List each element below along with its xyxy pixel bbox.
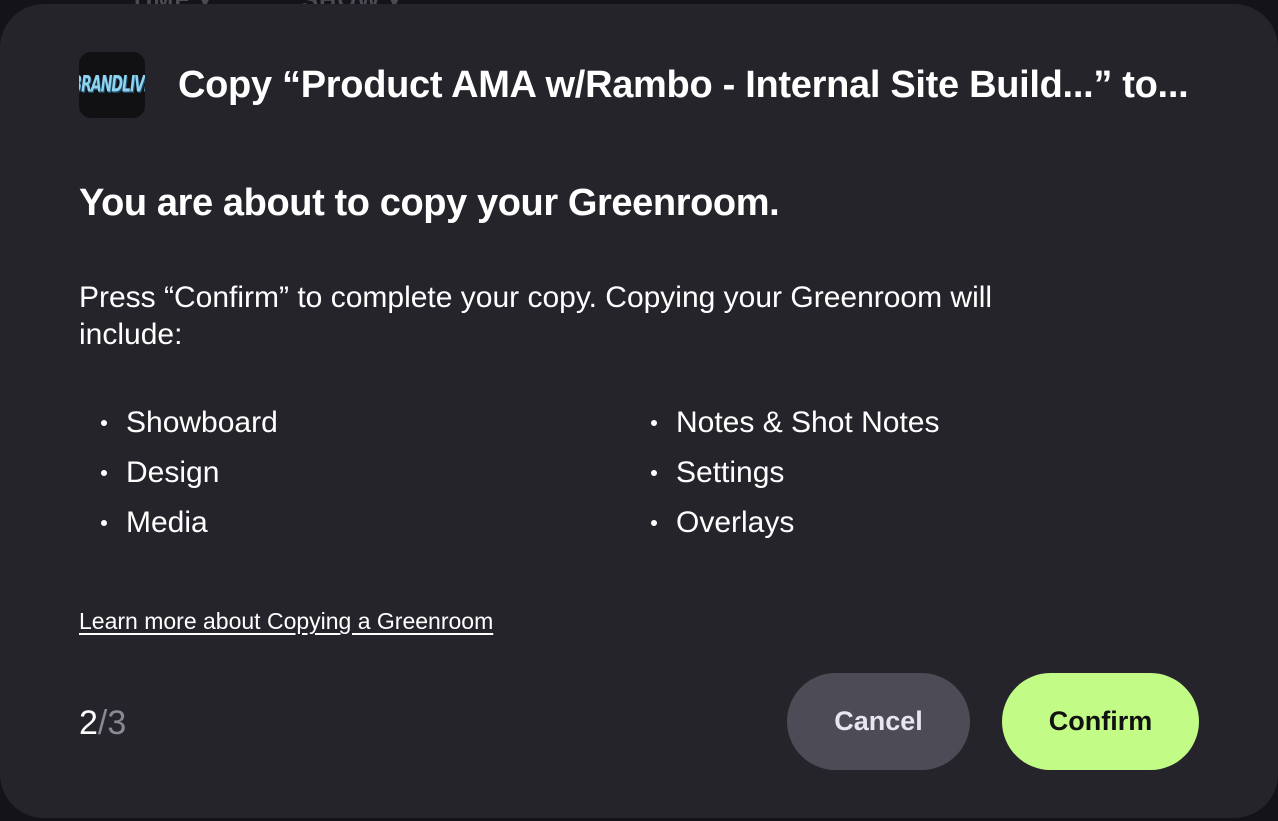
list-item-label: Media <box>126 506 208 539</box>
cancel-button[interactable]: Cancel <box>787 673 970 770</box>
bullet-icon <box>101 420 107 426</box>
modal-title: Copy “Product AMA w/Rambo - Internal Sit… <box>178 63 1189 106</box>
list-item: Notes & Shot Notes <box>629 398 1179 448</box>
list-item-label: Overlays <box>676 506 795 539</box>
step-total: 3 <box>107 704 127 742</box>
bullet-icon <box>651 420 657 426</box>
learn-more-link[interactable]: Learn more about Copying a Greenroom <box>79 608 493 635</box>
bullet-icon <box>651 470 657 476</box>
list-item: Overlays <box>629 498 1179 548</box>
list-item: Showboard <box>79 398 629 448</box>
list-item: Media <box>79 498 629 548</box>
list-item: Design <box>79 448 629 498</box>
modal-header: BRANDLIVE Copy “Product AMA w/Rambo - In… <box>79 52 1189 118</box>
list-item: Settings <box>629 448 1179 498</box>
bullet-icon <box>101 520 107 526</box>
copy-includes-list: Showboard Design Media Notes & Shot Note… <box>79 398 1179 548</box>
step-separator: / <box>97 704 108 742</box>
list-item-label: Settings <box>676 456 785 489</box>
list-item-label: Showboard <box>126 406 278 439</box>
list-item-label: Design <box>126 456 220 489</box>
confirmation-heading: You are about to copy your Greenroom. <box>79 182 780 224</box>
copy-greenroom-modal: BRANDLIVE Copy “Product AMA w/Rambo - In… <box>0 4 1278 818</box>
confirmation-description: Press “Confirm” to complete your copy. C… <box>79 281 993 351</box>
brandlive-logo: BRANDLIVE <box>79 52 145 118</box>
bullet-icon <box>101 470 107 476</box>
list-item-label: Notes & Shot Notes <box>676 406 940 439</box>
bullet-icon <box>651 520 657 526</box>
step-current: 2 <box>79 704 98 742</box>
brandlive-logo-text: BRANDLIVE <box>79 72 145 98</box>
step-indicator: 2/3 <box>79 704 126 743</box>
confirm-button[interactable]: Confirm <box>1002 673 1199 770</box>
